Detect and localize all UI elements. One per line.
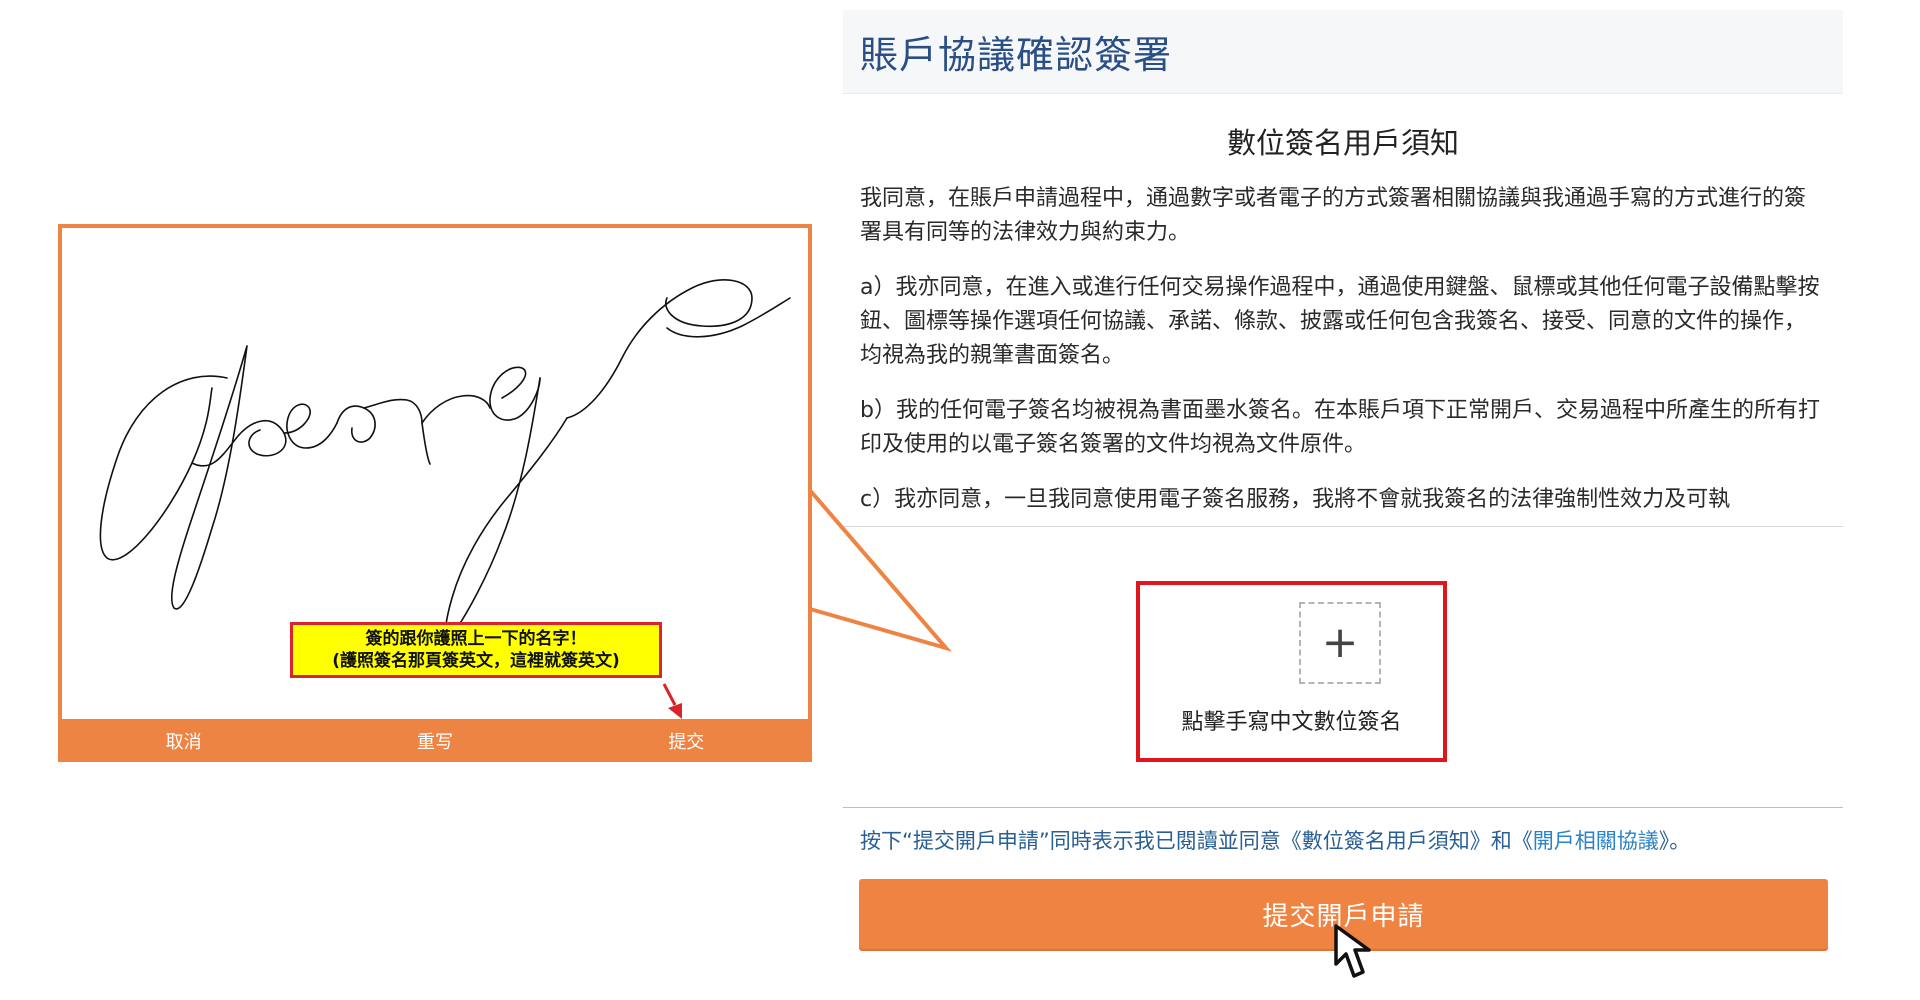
cancel-button[interactable]: 取消 (58, 719, 309, 762)
rewrite-button[interactable]: 重写 (309, 719, 560, 762)
terms-text: 我同意，在賬戶申請過程中，通過數字或者電子的方式簽署相關協議與我通過手寫的方式進… (843, 182, 1843, 517)
terms-paragraph: 我同意，在賬戶申請過程中，通過數字或者電子的方式簽署相關協議與我通過手寫的方式進… (860, 186, 1807, 245)
terms-paragraph: b）我的任何電子簽名均被視為書面墨水簽名。在本賬戶項下正常開戶、交易過程中所產生… (860, 398, 1820, 457)
signature-pad-popup: 取消 重写 提交 (58, 224, 812, 762)
popup-submit-button[interactable]: 提交 (561, 719, 812, 762)
plus-icon: + (1321, 617, 1359, 668)
tip-line-2: (護照簽名那頁簽英文，這裡就簽英文) (332, 651, 620, 671)
agreement-link[interactable]: 開戶相關協議 (1533, 829, 1659, 853)
terms-title: 數位簽名用戶須知 (1226, 126, 1459, 160)
popup-action-bar: 取消 重写 提交 (58, 719, 812, 762)
tip-annotation: 簽的跟你護照上一下的名字！ (護照簽名那頁簽英文，這裡就簽英文) (290, 622, 662, 678)
notice-suffix: 》。 (1658, 829, 1691, 853)
signature-section: + 點擊手寫中文數位簽名 (843, 527, 1843, 808)
submit-application-button[interactable]: 提交開戶申請 (859, 879, 1828, 949)
terms-paragraph: a）我亦同意，在進入或進行任何交易操作過程中，通過使用鍵盤、鼠標或其他任何電子設… (860, 275, 1820, 368)
notice-text: 按下“提交開戶申請”同時表示我已閱讀並同意《數位簽名用戶須知》和《 (860, 829, 1533, 853)
account-agreement-panel: 賬戶協議確認簽署 數位簽名用戶須知 我同意，在賬戶申請過程中，通過數字或者電子的… (843, 10, 1843, 949)
tip-line-1: 簽的跟你護照上一下的名字！ (365, 629, 587, 649)
signature-label[interactable]: 點擊手寫中文數位簽名 (1136, 704, 1447, 736)
terms-paragraph: c）我亦同意，一旦我同意使用電子簽名服務，我將不會就我簽名的法律強制性效力及可執 (860, 487, 1731, 512)
terms-scroll-area[interactable]: 我同意，在賬戶申請過程中，通過數字或者電子的方式簽署相關協議與我通過手寫的方式進… (843, 182, 1843, 527)
page-title: 賬戶協議確認簽署 (860, 33, 1173, 77)
add-signature-button[interactable]: + (1299, 602, 1381, 684)
agreement-notice: 按下“提交開戶申請”同時表示我已閱讀並同意《數位簽名用戶須知》和《開戶相關協議》… (860, 825, 1690, 855)
panel-header: 賬戶協議確認簽署 (843, 10, 1843, 94)
